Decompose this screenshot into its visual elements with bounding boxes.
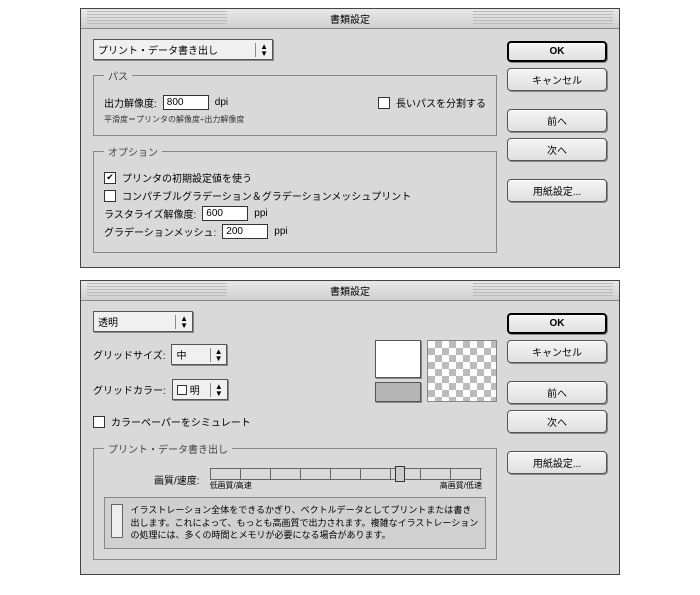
mesh-res-unit: ppi (274, 226, 287, 237)
ok-button[interactable]: OK (507, 313, 607, 334)
cancel-button[interactable]: キャンセル (507, 68, 607, 91)
compat-grad-checkbox[interactable] (104, 190, 116, 202)
export-legend: プリント・データ書き出し (104, 441, 232, 456)
updown-icon: ▲▼ (255, 43, 268, 57)
updown-icon: ▲▼ (175, 315, 188, 329)
quality-label: 画質/速度: (154, 472, 200, 487)
prev-button[interactable]: 前へ (507, 381, 607, 404)
titlebar: 書類設定 (81, 281, 619, 301)
ok-button[interactable]: OK (507, 41, 607, 62)
mesh-res-label: グラデーションメッシュ: (104, 224, 216, 239)
compat-grad-label: コンパチブルグラデーション＆グラデーションメッシュプリント (122, 188, 411, 203)
document-setup-dialog-transparency: 書類設定 透明 ▲▼ グリッドサイズ: 中 ▲▼ グリッドカラ (80, 280, 620, 575)
split-paths-checkbox[interactable] (378, 97, 390, 109)
grid-size-select[interactable]: 中 ▲▼ (171, 344, 227, 365)
titlebar: 書類設定 (81, 9, 619, 29)
next-button[interactable]: 次へ (507, 138, 607, 161)
info-box: イラストレーション全体をできるかぎり、ベクトルデータとしてプリントまたは書き出し… (104, 497, 486, 549)
quality-slider[interactable] (210, 468, 482, 480)
next-button[interactable]: 次へ (507, 410, 607, 433)
page-setup-button[interactable]: 用紙設定... (507, 451, 607, 474)
grid-color-select[interactable]: 明 ▲▼ (172, 379, 228, 400)
use-defaults-label: プリンタの初期設定値を使う (122, 170, 252, 185)
page-select-value: 透明 (98, 314, 118, 329)
foreground-swatch[interactable] (375, 340, 421, 378)
page-select-value: プリント・データ書き出し (98, 42, 218, 57)
output-res-unit: dpi (215, 97, 228, 108)
prev-button[interactable]: 前へ (507, 109, 607, 132)
updown-icon: ▲▼ (210, 383, 223, 397)
cancel-button[interactable]: キャンセル (507, 340, 607, 363)
page-select[interactable]: プリント・データ書き出し ▲▼ (93, 39, 273, 60)
export-group: プリント・データ書き出し 画質/速度: 低画質/高速 高画質/低速 (93, 441, 497, 560)
path-note: 平滑度＝プリンタの解像度÷出力解像度 (104, 114, 486, 125)
simulate-paper-checkbox[interactable] (93, 416, 105, 428)
path-group: パス 出力解像度: 800 dpi 長いパスを分割する 平滑度＝プリンタの解像度… (93, 68, 497, 136)
grid-size-value: 中 (176, 347, 186, 362)
mesh-res-input[interactable]: 200 (222, 224, 268, 239)
dialog-title: 書類設定 (330, 287, 370, 298)
raster-res-label: ラスタライズ解像度: (104, 206, 196, 221)
options-legend: オプション (104, 144, 162, 159)
simulate-paper-label: カラーペーパーをシミュレート (111, 414, 251, 429)
split-paths-label: 長いパスを分割する (396, 95, 486, 110)
path-legend: パス (104, 68, 132, 83)
updown-icon: ▲▼ (210, 348, 223, 362)
background-swatch[interactable] (375, 382, 421, 402)
dialog-title: 書類設定 (330, 15, 370, 26)
color-swatch-icon (177, 385, 187, 395)
output-res-input[interactable]: 800 (163, 95, 209, 110)
raster-res-unit: ppi (254, 208, 267, 219)
page-setup-button[interactable]: 用紙設定... (507, 179, 607, 202)
document-icon (111, 504, 123, 538)
slider-low-label: 低画質/高速 (210, 480, 252, 491)
slider-thumb[interactable] (395, 466, 405, 482)
transparency-preview (427, 340, 497, 402)
document-setup-dialog-print: 書類設定 プリント・データ書き出し ▲▼ パス 出力解像度: 800 dpi 長… (80, 8, 620, 268)
grid-color-value: 明 (190, 382, 200, 397)
page-select[interactable]: 透明 ▲▼ (93, 311, 193, 332)
output-res-label: 出力解像度: (104, 95, 157, 110)
raster-res-input[interactable]: 600 (202, 206, 248, 221)
grid-size-label: グリッドサイズ: (93, 347, 165, 362)
use-defaults-checkbox[interactable]: ✔ (104, 172, 116, 184)
options-group: オプション ✔ プリンタの初期設定値を使う コンパチブルグラデーション＆グラデー… (93, 144, 497, 253)
slider-high-label: 高画質/低速 (440, 480, 482, 491)
grid-color-label: グリッドカラー: (93, 382, 166, 397)
info-text: イラストレーション全体をできるかぎり、ベクトルデータとしてプリントまたは書き出し… (131, 504, 479, 542)
